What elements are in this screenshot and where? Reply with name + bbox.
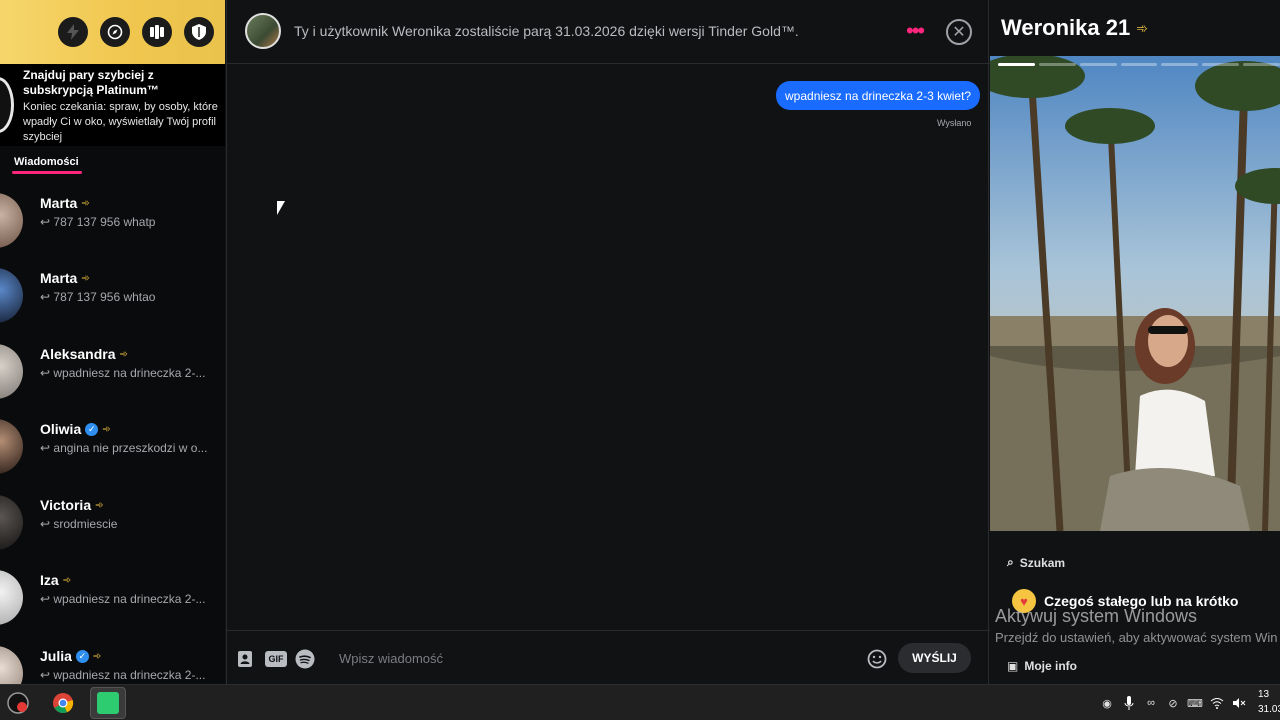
conversation-item[interactable]: Marta ➾ ↩ 787 137 956 whatp (0, 183, 225, 258)
message-status: Wysłano (937, 118, 972, 128)
conversation-preview: 787 137 956 whatp (53, 215, 156, 229)
contact-card-icon[interactable] (235, 649, 255, 669)
conversation-name: Oliwia (40, 421, 82, 437)
section-info-title: Moje info (1024, 659, 1078, 673)
conversation-preview: 787 137 956 whtao (53, 290, 156, 304)
match-avatar[interactable] (245, 13, 281, 49)
reply-arrow-icon: ↩ (40, 517, 54, 531)
search-icon: ⌕ (1007, 555, 1014, 569)
tab-active-indicator (12, 171, 82, 174)
conversation-preview: wpadniesz na drineczka 2-... (53, 668, 206, 682)
conversation-preview: angina nie przeszkodzi w o... (53, 441, 208, 455)
windows-activation-subtitle: Przejdź do ustawień, aby aktywować syste… (995, 630, 1278, 645)
conversation-item[interactable]: Victoria ➾ ↩ srodmiescie (0, 485, 225, 560)
profile-photo-image (990, 56, 1280, 531)
keyboard-icon[interactable]: ⌨ (1187, 695, 1203, 711)
tab-messages[interactable]: Wiadomości (14, 156, 79, 168)
conversation-preview: wpadniesz na drineczka 2-... (53, 366, 206, 380)
gold-like-icon: ➾ (92, 650, 102, 662)
verified-icon: ✓ (85, 422, 99, 436)
conversation-name: Marta (40, 270, 78, 286)
message-composer: GIF WYŚLIJ (227, 630, 990, 684)
reply-arrow-icon: ↩ (40, 366, 54, 380)
conversation-item[interactable]: Julia ✓ ➾ ↩ wpadniesz na drineczka 2-... (0, 636, 225, 684)
reply-arrow-icon: ↩ (40, 441, 54, 455)
gold-like-icon: ➾ (95, 499, 104, 511)
message-input[interactable] (337, 645, 857, 671)
chrome-icon[interactable] (45, 687, 81, 719)
photo-progress-bars (998, 63, 1280, 66)
conversation-item[interactable]: Marta ➾ ↩ 787 137 956 whtao (0, 258, 225, 333)
section-looking-title: Szukam (1019, 555, 1066, 570)
conversation-item[interactable]: Iza ➾ ↩ wpadniesz na drineczka 2-... (0, 560, 225, 635)
reply-arrow-icon: ↩ (40, 215, 54, 229)
match-info-text: Ty i użytkownik Weronika zostaliście par… (294, 23, 799, 39)
shield-icon[interactable] (184, 17, 214, 47)
sidebar: Znajduj pary szybciej z subskrypcją Plat… (0, 0, 225, 684)
conversation-name: Marta (40, 195, 78, 211)
profile-photo[interactable] (990, 56, 1280, 531)
gold-like-icon: ➾ (62, 574, 72, 586)
reply-arrow-icon: ↩ (40, 592, 54, 606)
conversation-item[interactable]: Oliwia ✓ ➾ ↩ angina nie przeszkodzi w o... (0, 409, 225, 484)
avatar (0, 570, 23, 625)
explore-icon[interactable] (100, 17, 130, 47)
close-icon[interactable]: ✕ (946, 19, 972, 45)
cards-icon[interactable] (142, 17, 172, 47)
wifi-icon[interactable] (1209, 695, 1225, 711)
platinum-promo[interactable]: Znajduj pary szybciej z subskrypcją Plat… (0, 64, 225, 146)
microphone-icon[interactable] (1121, 695, 1137, 711)
profile-name-age: Weronika 21 (1001, 15, 1131, 40)
gold-like-icon: ➾ (81, 197, 90, 209)
reply-arrow-icon: ↩ (40, 290, 54, 304)
reply-arrow-icon: ↩ (40, 668, 54, 682)
taskbar-app-active-icon[interactable] (90, 687, 126, 719)
avatar (0, 419, 23, 474)
promo-subtitle: Koniec czekania: spraw, by osoby, które … (23, 101, 218, 143)
camera-off-icon[interactable]: ⊘ (1165, 695, 1181, 711)
clock-time: 13 (1258, 689, 1270, 700)
promo-title: Znajduj pary szybciej z subskrypcją Plat… (23, 68, 160, 97)
chat-header: Ty i użytkownik Weronika zostaliście par… (227, 0, 990, 64)
verified-icon: ✓ (75, 649, 89, 663)
taskbar-app-icon[interactable] (0, 687, 36, 719)
avatar (0, 344, 23, 399)
avatar (0, 193, 23, 248)
volume-muted-icon[interactable] (1231, 695, 1247, 711)
profile-info-icon: ▣ (1007, 659, 1019, 673)
more-options-icon[interactable]: ••• (906, 20, 925, 42)
gold-like-icon: ➾ (102, 423, 111, 435)
gold-like-icon: ➾ (1136, 19, 1148, 36)
conversation-name: Iza (40, 572, 59, 588)
spotify-icon[interactable] (295, 649, 315, 669)
chat-panel: Ty i użytkownik Weronika zostaliście par… (226, 0, 990, 684)
conversation-name: Julia (40, 648, 72, 664)
conversation-name: Victoria (40, 497, 92, 513)
emoji-icon[interactable] (867, 649, 887, 669)
avatar (0, 268, 23, 323)
avatar (0, 495, 23, 550)
boost-icon[interactable] (58, 17, 88, 47)
gold-like-icon: ➾ (81, 272, 90, 284)
sidebar-header (0, 0, 225, 64)
gif-button[interactable]: GIF (265, 651, 287, 667)
link-icon[interactable]: ∞ (1143, 695, 1159, 711)
gold-like-icon: ➾ (119, 348, 128, 360)
conversation-item[interactable]: Aleksandra ➾ ↩ wpadniesz na drineczka 2-.… (0, 334, 225, 409)
conversation-name: Aleksandra (40, 346, 116, 362)
message-bubble: wpadniesz na drineczka 2-3 kwiet? (776, 81, 981, 110)
taskbar: ◉ ∞ ⊘ ⌨ 13 31.03 (0, 684, 1280, 720)
profile-panel: Weronika 21 ➾ ⌕ Szukam ♥ Czegoś stałego … (990, 0, 1280, 684)
conversation-preview: srodmiescie (53, 517, 118, 531)
avatar (0, 646, 23, 684)
send-button[interactable]: WYŚLIJ (898, 643, 971, 673)
clock-date: 31.03 (1258, 704, 1280, 715)
mouse-cursor-icon (277, 201, 285, 215)
conversation-preview: wpadniesz na drineczka 2-... (53, 592, 206, 606)
system-clock[interactable]: 13 31.03 (1258, 687, 1280, 717)
tray-app-icon[interactable]: ◉ (1099, 695, 1115, 711)
windows-activation-title: Aktywuj system Windows (995, 606, 1198, 626)
promo-avatar-ring (0, 77, 14, 133)
